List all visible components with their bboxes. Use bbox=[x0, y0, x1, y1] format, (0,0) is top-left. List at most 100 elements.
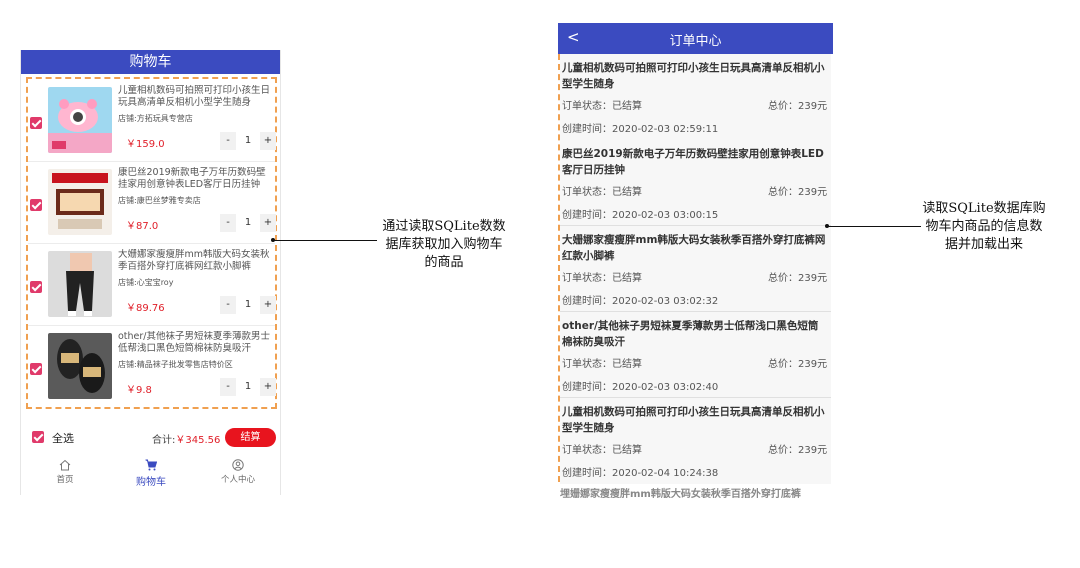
order-product-title: 儿童相机数码可拍照可打印小孩生日玩具高清单反相机小型学生随身 bbox=[562, 406, 825, 434]
product-price: ￥87.0 bbox=[126, 221, 159, 232]
total-value: ￥345.56 bbox=[175, 435, 221, 446]
cart-item[interactable]: 大姗娜家瘦瘦胖mm韩版大码女装秋季百搭外穿打底裤网红款小脚裤 店铺:心宝宝roy… bbox=[28, 245, 276, 325]
order-total-price: 总价：239元 bbox=[768, 359, 828, 370]
annotation-line: 物车内商品的信息数 bbox=[925, 219, 1043, 234]
increase-button[interactable]: + bbox=[260, 132, 276, 150]
quantity-stepper: - 1 + bbox=[220, 132, 276, 150]
annotation-line: 通过读取SQLite数数 bbox=[382, 219, 506, 234]
increase-button[interactable]: + bbox=[260, 214, 276, 232]
select-all-checkbox[interactable] bbox=[32, 431, 44, 443]
quantity-stepper: - 1 + bbox=[220, 378, 276, 396]
order-item[interactable]: 大姗娜家瘦瘦胖mm韩版大码女装秋季百搭外穿打底裤网红款小脚裤 订单状态：已结算 … bbox=[560, 226, 831, 312]
divider bbox=[28, 243, 275, 244]
checkout-button[interactable]: 结算 bbox=[225, 428, 276, 447]
item-checkbox[interactable] bbox=[30, 281, 42, 293]
item-checkbox[interactable] bbox=[30, 199, 42, 211]
annotation-order-note: 读取SQLite数据库购 物车内商品的信息数 据并加载出来 bbox=[914, 200, 1054, 254]
tab-label: 个人中心 bbox=[220, 475, 255, 485]
decrease-button[interactable]: - bbox=[220, 296, 236, 314]
order-product-title: 儿童相机数码可拍照可打印小孩生日玩具高清单反相机小型学生随身 bbox=[562, 62, 825, 90]
select-all-label[interactable]: 全选 bbox=[52, 430, 74, 446]
order-status: 订单状态：已结算 bbox=[562, 101, 642, 112]
home-icon bbox=[59, 459, 71, 471]
cart-item[interactable]: 儿童相机数码可拍照可打印小孩生日玩具高清单反相机小型学生随身 店铺:方拓玩具专营… bbox=[28, 81, 276, 161]
annotation-line: 读取SQLite数据库购 bbox=[922, 201, 1046, 216]
cart-item-list[interactable]: 儿童相机数码可拍照可打印小孩生日玩具高清单反相机小型学生随身 店铺:方拓玩具专营… bbox=[26, 77, 277, 409]
decrease-button[interactable]: - bbox=[220, 378, 236, 396]
product-price: ￥159.0 bbox=[126, 139, 165, 150]
order-product-title: 康巴丝2019新款电子万年历数码壁挂家用创意钟表LED客厅日历挂钟 bbox=[562, 148, 824, 176]
decrease-button[interactable]: - bbox=[220, 132, 236, 150]
product-title[interactable]: 大姗娜家瘦瘦胖mm韩版大码女装秋季百搭外穿打底裤网红款小脚裤 bbox=[118, 249, 274, 273]
item-checkbox[interactable] bbox=[30, 363, 42, 375]
product-thumbnail-socks[interactable] bbox=[48, 333, 112, 399]
person-icon bbox=[232, 459, 244, 471]
order-total-price: 总价：239元 bbox=[768, 187, 828, 198]
bottom-tab-bar: 首页 购物车 个人中心 bbox=[21, 455, 280, 493]
total-label: 合计: bbox=[152, 435, 176, 446]
product-thumbnail-camera[interactable] bbox=[48, 87, 112, 153]
product-thumbnail-calendar-clock[interactable] bbox=[48, 169, 112, 235]
shop-name: 店铺:方拓玩具专营店 bbox=[118, 114, 193, 123]
order-product-title: other/其他袜子男短袜夏季薄款男士低帮浅口黑色短筒棉袜防臭吸汗 bbox=[562, 320, 819, 348]
order-total-price: 总价：239元 bbox=[768, 273, 828, 284]
tab-profile[interactable]: 个人中心 bbox=[208, 459, 268, 485]
annotation-line: 据库获取加入购物车 bbox=[385, 237, 503, 252]
order-created-time: 创建时间：2020-02-03 03:02:40 bbox=[562, 382, 719, 393]
order-total-price: 总价：239元 bbox=[768, 445, 828, 456]
order-list[interactable]: 儿童相机数码可拍照可打印小孩生日玩具高清单反相机小型学生随身 订单状态：已结算 … bbox=[558, 54, 831, 484]
divider bbox=[28, 161, 275, 162]
order-item[interactable]: 儿童相机数码可拍照可打印小孩生日玩具高清单反相机小型学生随身 订单状态：已结算 … bbox=[560, 398, 831, 484]
quantity-value: 1 bbox=[244, 381, 252, 392]
order-created-time: 创建时间：2020-02-03 03:00:15 bbox=[562, 210, 719, 221]
product-title[interactable]: other/其他袜子男短袜夏季薄款男士低帮浅口黑色短筒棉袜防臭吸汗 bbox=[118, 331, 274, 355]
tab-home[interactable]: 首页 bbox=[35, 459, 95, 485]
annotation-pointer-line bbox=[273, 240, 377, 241]
decrease-button[interactable]: - bbox=[220, 214, 236, 232]
product-title[interactable]: 康巴丝2019新款电子万年历数码壁挂家用创意钟表LED客厅日历挂钟 bbox=[118, 167, 274, 191]
order-status: 订单状态：已结算 bbox=[562, 445, 642, 456]
order-status: 订单状态：已结算 bbox=[562, 273, 642, 284]
cart-header: 购物车 bbox=[21, 50, 280, 74]
shop-name: 店铺:康巴丝梦雅专卖店 bbox=[118, 196, 201, 205]
tab-label: 首页 bbox=[56, 475, 74, 485]
product-price: ￥9.8 bbox=[126, 385, 152, 396]
quantity-value: 1 bbox=[244, 135, 252, 146]
cart-item[interactable]: other/其他袜子男短袜夏季薄款男士低帮浅口黑色短筒棉袜防臭吸汗 店铺:精品袜… bbox=[28, 327, 276, 407]
quantity-stepper: - 1 + bbox=[220, 214, 276, 232]
order-created-time: 创建时间：2020-02-04 10:24:38 bbox=[562, 468, 719, 479]
increase-button[interactable]: + bbox=[260, 296, 276, 314]
item-checkbox[interactable] bbox=[30, 117, 42, 129]
annotation-line: 的商品 bbox=[424, 255, 464, 270]
order-header-title: 订单中心 bbox=[669, 34, 722, 49]
cart-item[interactable]: 康巴丝2019新款电子万年历数码壁挂家用创意钟表LED客厅日历挂钟 店铺:康巴丝… bbox=[28, 163, 276, 243]
order-total-price: 总价：239元 bbox=[768, 101, 828, 112]
order-status: 订单状态：已结算 bbox=[562, 187, 642, 198]
cart-footer: 全选 合计:￥345.56 结算 bbox=[21, 427, 280, 449]
order-header: < 订单中心 bbox=[558, 23, 833, 54]
order-item[interactable]: other/其他袜子男短袜夏季薄款男士低帮浅口黑色短筒棉袜防臭吸汗 订单状态：已… bbox=[560, 312, 831, 398]
order-created-time: 创建时间：2020-02-03 03:02:32 bbox=[562, 296, 719, 307]
increase-button[interactable]: + bbox=[260, 378, 276, 396]
order-item[interactable]: 儿童相机数码可拍照可打印小孩生日玩具高清单反相机小型学生随身 订单状态：已结算 … bbox=[560, 54, 831, 140]
tab-label: 购物车 bbox=[136, 477, 166, 488]
shop-name: 店铺:心宝宝roy bbox=[118, 278, 174, 287]
order-created-time: 创建时间：2020-02-03 02:59:11 bbox=[562, 124, 719, 135]
quantity-value: 1 bbox=[244, 217, 252, 228]
shop-name: 店铺:精品袜子批发零售店特价区 bbox=[118, 360, 233, 369]
product-title[interactable]: 儿童相机数码可拍照可打印小孩生日玩具高清单反相机小型学生随身 bbox=[118, 85, 274, 109]
quantity-value: 1 bbox=[244, 299, 252, 310]
divider bbox=[28, 325, 275, 326]
cart-icon bbox=[145, 459, 157, 471]
quantity-stepper: - 1 + bbox=[220, 296, 276, 314]
order-status: 订单状态：已结算 bbox=[562, 359, 642, 370]
cart-screen: 购物车 儿童相机数码可拍照可打印小孩生日玩具高清单反相机小型学生随身 店铺:方拓… bbox=[20, 50, 281, 495]
order-center-screen: < 订单中心 儿童相机数码可拍照可打印小孩生日玩具高清单反相机小型学生随身 订单… bbox=[558, 23, 833, 498]
tab-cart[interactable]: 购物车 bbox=[121, 459, 181, 488]
annotation-line: 据并加载出来 bbox=[944, 237, 1023, 252]
order-item[interactable]: 康巴丝2019新款电子万年历数码壁挂家用创意钟表LED客厅日历挂钟 订单状态：已… bbox=[560, 140, 831, 226]
annotation-cart-note: 通过读取SQLite数数 据库获取加入购物车 的商品 bbox=[375, 218, 513, 272]
product-price: ￥89.76 bbox=[126, 303, 165, 314]
order-item-partial[interactable]: 埋姗娜家瘦瘦胖mm韩版大码女装秋季百搭外穿打底裤 bbox=[558, 485, 833, 498]
product-thumbnail-leggings[interactable] bbox=[48, 251, 112, 317]
